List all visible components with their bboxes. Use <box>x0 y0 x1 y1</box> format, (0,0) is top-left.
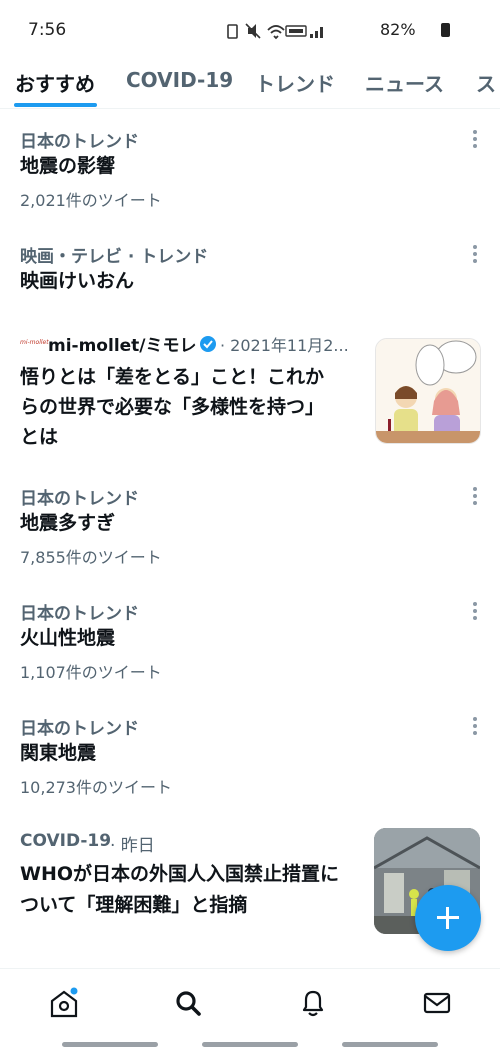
article-date: · 昨日 <box>110 836 155 856</box>
home-icon[interactable] <box>44 987 84 1019</box>
trend-item[interactable]: 日本のトレンド 火山性地震 1,107件のツイート <box>0 584 500 699</box>
trend-tweet-count: 1,107件のツイート <box>20 663 162 682</box>
bottom-navigation <box>0 968 500 1037</box>
status-icons <box>227 23 323 40</box>
tab-trending[interactable]: トレンド <box>255 68 335 97</box>
system-gesture-bar <box>62 1042 158 1047</box>
news-article-item[interactable]: mi-mollet mi-mollet/ミモレ · 2021年11月2... 悟… <box>0 314 500 469</box>
tab-for-you[interactable]: おすすめ <box>15 68 95 97</box>
article-title-line-1: 悟りとは「差をとる」こと！これか <box>20 366 325 388</box>
article-date: · 2021年11月2... <box>220 336 349 355</box>
trend-tweet-count: 7,855件のツイート <box>20 548 162 567</box>
tab-sports[interactable]: ス <box>476 68 496 97</box>
trend-context: 日本のトレンド <box>20 489 139 509</box>
trend-title: 地震の影響 <box>20 155 116 177</box>
active-tab-indicator <box>14 103 97 107</box>
system-gesture-bar <box>342 1042 438 1047</box>
tab-news[interactable]: ニュース <box>365 68 444 97</box>
more-options-icon[interactable] <box>472 244 478 264</box>
trend-item[interactable]: 日本のトレンド 地震の影響 2,021件のツイート <box>0 109 500 224</box>
more-options-icon[interactable] <box>472 716 478 736</box>
trend-context: 日本のトレンド <box>20 132 139 152</box>
trend-title: 地震多すぎ <box>20 512 116 534</box>
compose-tweet-button[interactable] <box>415 885 481 951</box>
battery-saver-icon <box>227 24 238 39</box>
source-logo: mi-mollet <box>20 339 49 346</box>
trend-item[interactable]: 映画・テレビ · トレンド 映画けいおん <box>0 224 500 314</box>
status-bar: 7:56 82% <box>0 0 500 60</box>
trend-title: 関東地震 <box>20 742 97 764</box>
article-title-line-2: ついて「理解困難」と指摘 <box>20 894 248 916</box>
battery-percent: 82% <box>380 20 416 39</box>
article-title-line-3: とは <box>20 426 59 448</box>
more-options-icon[interactable] <box>472 486 478 506</box>
article-thumbnail <box>375 338 481 444</box>
signal-icon <box>310 34 313 38</box>
tab-covid19[interactable]: COVID-19 <box>126 68 233 92</box>
trend-context: 日本のトレンド <box>20 719 139 739</box>
trend-tweet-count: 10,273件のツイート <box>20 778 172 797</box>
messages-icon[interactable] <box>417 987 457 1019</box>
more-options-icon[interactable] <box>472 601 478 621</box>
notifications-icon[interactable] <box>293 987 333 1019</box>
article-category: COVID-19 <box>20 831 112 851</box>
trend-title: 映画けいおん <box>20 270 135 292</box>
search-icon[interactable] <box>168 987 208 1019</box>
verified-badge-icon <box>200 336 216 352</box>
trend-context: 映画・テレビ · トレンド <box>20 247 209 267</box>
trend-title: 火山性地震 <box>20 627 116 649</box>
article-source: mi-mollet/ミモレ <box>48 336 197 356</box>
battery-icon <box>441 23 450 37</box>
trend-item[interactable]: 日本のトレンド 関東地震 10,273件のツイート <box>0 699 500 814</box>
illustration-image <box>376 339 480 443</box>
trend-item[interactable]: 日本のトレンド 地震多すぎ 7,855件のツイート <box>0 469 500 584</box>
more-options-icon[interactable] <box>472 129 478 149</box>
wifi-icon <box>267 25 285 40</box>
tab-bar: おすすめ COVID-19 トレンド ニュース ス <box>0 60 500 109</box>
article-title-line-2: らの世界で必要な「多様性を持つ」 <box>20 396 325 418</box>
article-title-line-1: WHOが日本の外国人入国禁止措置に <box>20 863 340 885</box>
trend-tweet-count: 2,021件のツイート <box>20 191 162 210</box>
trend-context: 日本のトレンド <box>20 604 139 624</box>
system-gesture-bar <box>202 1042 298 1047</box>
status-time: 7:56 <box>28 20 67 40</box>
